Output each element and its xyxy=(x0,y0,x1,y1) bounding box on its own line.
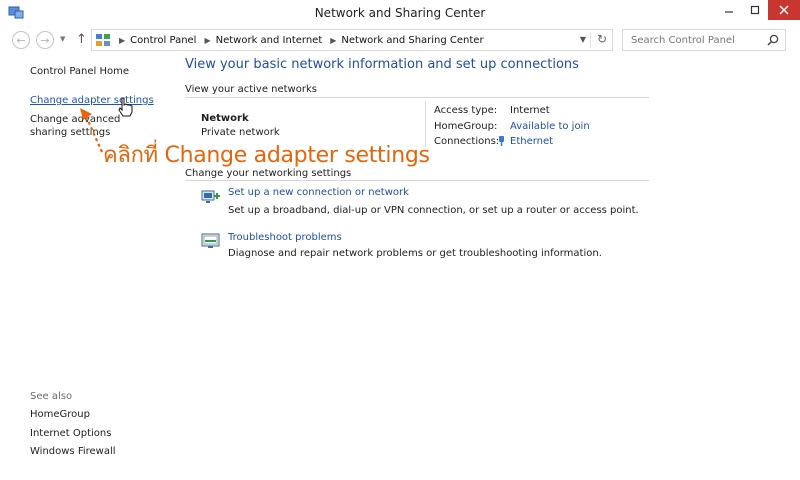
setup-new-connection-link[interactable]: Set up a new connection or network xyxy=(228,187,409,198)
access-type-value: Internet xyxy=(510,105,550,116)
section-divider xyxy=(185,97,649,98)
annotation-text: คลิกที่ Change adapter settings xyxy=(103,143,430,168)
search-icon[interactable] xyxy=(767,34,779,46)
search-input[interactable]: Search Control Panel xyxy=(631,35,735,46)
breadcrumb-control-panel[interactable]: Control Panel xyxy=(130,35,196,46)
back-button[interactable]: ← xyxy=(12,31,30,49)
troubleshoot-problems-link[interactable]: Troubleshoot problems xyxy=(228,232,342,243)
control-panel-icon xyxy=(96,34,110,46)
ethernet-connection-link[interactable]: Ethernet xyxy=(510,136,553,147)
up-arrow-icon: ↑ xyxy=(76,32,87,47)
window-title: Network and Sharing Center xyxy=(314,6,486,20)
breadcrumb-separator-icon[interactable]: ▶ xyxy=(330,36,336,45)
address-bar[interactable]: ▶ Control Panel ▶ Network and Internet ▶… xyxy=(91,29,613,51)
minimize-button[interactable] xyxy=(716,0,742,20)
new-connection-icon xyxy=(201,190,220,203)
back-arrow-icon: ← xyxy=(16,33,26,47)
connections-label: Connections: xyxy=(434,136,500,147)
see-also-internet-options-link[interactable]: Internet Options xyxy=(30,428,111,439)
refresh-icon[interactable]: ↻ xyxy=(597,32,607,46)
breadcrumb-network-and-internet[interactable]: Network and Internet xyxy=(216,35,323,46)
homegroup-available-link[interactable]: Available to join xyxy=(510,121,590,132)
forward-arrow-icon: → xyxy=(40,33,50,47)
network-type: Private network xyxy=(201,127,280,138)
ethernet-icon xyxy=(499,136,504,146)
close-icon xyxy=(779,5,789,15)
breadcrumb-separator-icon[interactable]: ▶ xyxy=(204,36,210,45)
search-box[interactable]: Search Control Panel xyxy=(622,29,786,51)
maximize-icon xyxy=(750,5,760,15)
address-dropdown-icon[interactable]: ▼ xyxy=(580,35,586,44)
minimize-icon xyxy=(725,11,733,13)
active-networks-heading: View your active networks xyxy=(185,84,317,95)
see-also-homegroup-link[interactable]: HomeGroup xyxy=(30,409,90,420)
see-also-windows-firewall-link[interactable]: Windows Firewall xyxy=(30,446,116,457)
up-button[interactable]: ↑ xyxy=(76,32,87,47)
section-divider xyxy=(185,180,649,181)
chevron-down-icon: ▼ xyxy=(60,35,66,43)
hand-cursor-icon xyxy=(118,97,133,117)
close-button[interactable] xyxy=(768,0,800,20)
breadcrumb-separator-icon[interactable]: ▶ xyxy=(119,36,125,45)
setup-new-connection-description: Set up a broadband, dial-up or VPN conne… xyxy=(228,205,639,216)
breadcrumb-network-and-sharing-center[interactable]: Network and Sharing Center xyxy=(341,35,483,46)
page-title: View your basic network information and … xyxy=(185,57,579,72)
title-bar: Network and Sharing Center xyxy=(0,0,800,26)
change-adapter-settings-link[interactable]: Change adapter settings xyxy=(30,95,154,106)
forward-button[interactable]: → xyxy=(36,31,54,49)
troubleshoot-problems-description: Diagnose and repair network problems or … xyxy=(228,248,602,259)
homegroup-label: HomeGroup: xyxy=(434,121,498,132)
maximize-button[interactable] xyxy=(742,0,768,20)
address-divider xyxy=(590,32,591,48)
see-also-heading: See also xyxy=(30,391,73,402)
navigation-bar: ← → ▼ ↑ ▶ Control Panel ▶ Network and In… xyxy=(0,26,800,54)
control-panel-home-link[interactable]: Control Panel Home xyxy=(30,66,129,77)
network-info-divider xyxy=(425,101,426,147)
recent-locations-button[interactable]: ▼ xyxy=(60,35,65,43)
change-settings-heading: Change your networking settings xyxy=(185,168,352,179)
network-name: Network xyxy=(201,113,249,124)
troubleshoot-icon xyxy=(201,233,220,248)
access-type-label: Access type: xyxy=(434,105,498,116)
